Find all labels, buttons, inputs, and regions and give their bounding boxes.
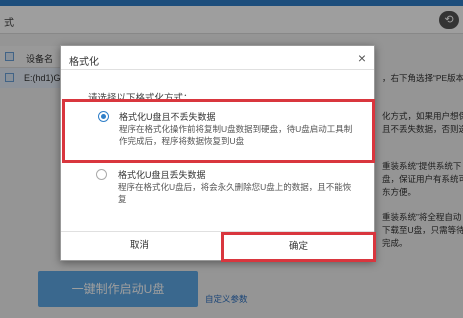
- option-keep-data-highlight[interactable]: 格式化U盘且不丢失数据 程序在格式化操作前将复制U盘数据到硬盘，待U盘启动工具制…: [62, 99, 375, 163]
- option-keep-data-radio[interactable]: [98, 111, 109, 122]
- dialog-title: 格式化: [69, 57, 99, 68]
- cancel-button[interactable]: 取消: [61, 232, 218, 260]
- option-keep-data-title: 格式化U盘且不丢失数据: [119, 112, 216, 122]
- dialog-header: 格式化 ×: [61, 46, 374, 70]
- close-icon[interactable]: ×: [358, 50, 366, 66]
- confirm-button[interactable]: 确定: [221, 232, 376, 262]
- format-dialog: 格式化 × 请选择以下格式化方式： 格式化U盘且不丢失数据 程序在格式化操作前将…: [60, 45, 376, 262]
- option-lose-data-radio[interactable]: [96, 169, 107, 180]
- option-keep-data-desc: 程序在格式化操作前将复制U盘数据到硬盘，待U盘启动工具制作完成后，程序将数据恢复…: [119, 124, 353, 146]
- option-lose-data-desc: 程序在格式化U盘后，将会永久删除您U盘上的数据，且不能恢复: [118, 182, 352, 204]
- option-lose-data-title[interactable]: 格式化U盘且丢失数据: [118, 168, 206, 181]
